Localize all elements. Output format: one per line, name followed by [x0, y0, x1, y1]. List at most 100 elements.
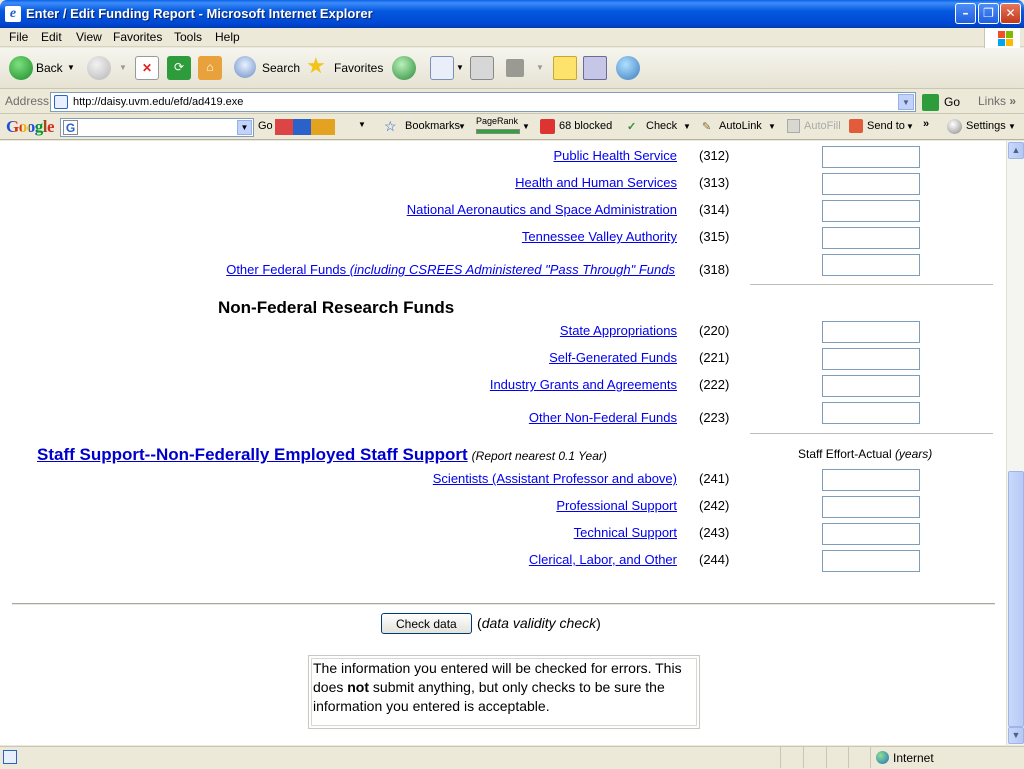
autofill-button[interactable]: AutoFill	[804, 120, 841, 132]
messenger-icon[interactable]	[616, 56, 640, 80]
fund-link-tennessee-valley-authority[interactable]: Tennessee Valley Authority	[522, 229, 677, 244]
autolink-button[interactable]: AutoLink	[719, 120, 762, 132]
staff-input-242[interactable]	[822, 496, 920, 518]
scroll-down-icon[interactable]: ▼	[1008, 727, 1024, 744]
edit-icon[interactable]	[506, 59, 524, 77]
back-button[interactable]: Back	[36, 56, 63, 80]
google-search-dropdown-icon[interactable]: ▼	[237, 120, 252, 135]
staff-input-244[interactable]	[822, 550, 920, 572]
menu-help[interactable]: Help	[215, 30, 240, 44]
check-data-button[interactable]: Check data	[381, 613, 472, 634]
fund-link-nasa[interactable]: National Aeronautics and Space Administr…	[407, 202, 677, 217]
fund-code: (223)	[699, 410, 730, 425]
check-button[interactable]: Check	[646, 120, 677, 132]
fund-link-self-generated-funds[interactable]: Self-Generated Funds	[549, 350, 677, 365]
scroll-thumb[interactable]	[1008, 471, 1024, 727]
staff-link-scientists[interactable]: Scientists (Assistant Professor and abov…	[433, 471, 677, 486]
google-logo[interactable]: Google	[6, 117, 55, 137]
fund-code: (312)	[699, 148, 730, 163]
autolink-wand-icon: ✎	[702, 121, 712, 133]
notes-icon[interactable]	[553, 56, 577, 80]
address-dropdown-icon[interactable]: ▼	[898, 94, 914, 110]
print-icon[interactable]	[470, 56, 494, 80]
settings-button[interactable]: Settings	[966, 120, 1006, 132]
section-divider	[750, 433, 993, 434]
fund-input-222[interactable]	[822, 375, 920, 397]
toolbar-button-icons[interactable]	[275, 119, 335, 135]
popup-blocked-count[interactable]: 68 blocked	[559, 120, 612, 132]
forward-dropdown-icon[interactable]: ▼	[119, 56, 127, 80]
page-icon	[54, 95, 68, 109]
fund-link-state-appropriations[interactable]: State Appropriations	[560, 323, 677, 338]
check-data-area: Check data (data validity check)	[381, 613, 601, 634]
staff-support-heading: Staff Support--Non-Federally Employed St…	[37, 445, 607, 465]
send-to-dropdown-icon[interactable]: ▼	[906, 122, 914, 131]
staff-link-professional-support[interactable]: Professional Support	[556, 498, 677, 513]
send-to-button[interactable]: Send to	[867, 120, 905, 132]
fund-input-318[interactable]	[822, 254, 920, 276]
mail-icon[interactable]	[430, 56, 454, 80]
home-icon[interactable]: ⌂	[198, 56, 222, 80]
check-dropdown-icon[interactable]: ▼	[683, 122, 691, 131]
links-button[interactable]: Links »	[978, 94, 1016, 108]
bookmarks-star-icon[interactable]: ☆	[384, 118, 397, 135]
favorites-star-icon[interactable]: ★	[306, 54, 326, 78]
back-arrow-icon[interactable]	[9, 56, 33, 80]
chevron-more-icon[interactable]: »	[923, 118, 929, 130]
menu-edit[interactable]: Edit	[41, 30, 62, 44]
close-button[interactable]: ✕	[1000, 3, 1021, 24]
fund-link-other-nonfederal-funds[interactable]: Other Non-Federal Funds	[529, 410, 677, 425]
go-button[interactable]: Go	[922, 93, 960, 111]
google-g-icon[interactable]: G	[63, 120, 78, 135]
edit-dropdown-icon[interactable]: ▼	[536, 56, 544, 80]
fund-link-public-health-service[interactable]: Public Health Service	[553, 148, 677, 163]
menu-favorites[interactable]: Favorites	[113, 30, 162, 44]
address-url[interactable]: http://daisy.uvm.edu/efd/ad419.exe	[73, 96, 243, 108]
history-icon[interactable]	[392, 56, 416, 80]
maximize-button[interactable]: ❐	[978, 3, 999, 24]
address-input[interactable]: http://daisy.uvm.edu/efd/ad419.exe ▼	[50, 92, 916, 112]
chevron-right-icon: »	[1009, 94, 1017, 108]
staff-link-technical-support[interactable]: Technical Support	[574, 525, 677, 540]
search-icon[interactable]	[234, 56, 256, 78]
menu-tools[interactable]: Tools	[174, 30, 202, 44]
mail-dropdown-icon[interactable]: ▼	[456, 56, 464, 80]
ie-icon: e	[5, 6, 21, 22]
send-to-icon	[849, 119, 863, 133]
pagerank-dropdown-icon[interactable]: ▼	[522, 122, 530, 131]
fund-input-220[interactable]	[822, 321, 920, 343]
fund-input-221[interactable]	[822, 348, 920, 370]
staff-support-link[interactable]: Staff Support--Non-Federally Employed St…	[37, 445, 468, 464]
fund-input-312[interactable]	[822, 146, 920, 168]
more-dropdown-icon[interactable]: ▼	[358, 120, 366, 129]
fund-row-222: Industry Grants and Agreements (222)	[0, 375, 1006, 397]
fund-input-223[interactable]	[822, 402, 920, 424]
favorites-button[interactable]: Favorites	[334, 56, 383, 80]
stop-icon[interactable]: ✕	[135, 56, 159, 80]
menu-file[interactable]: File	[9, 30, 28, 44]
staff-link-clerical-labor-other[interactable]: Clerical, Labor, and Other	[529, 552, 677, 567]
settings-dropdown-icon[interactable]: ▼	[1008, 122, 1016, 131]
fund-link-health-human-services[interactable]: Health and Human Services	[515, 175, 677, 190]
staff-input-241[interactable]	[822, 469, 920, 491]
vertical-scrollbar[interactable]: ▲ ▼	[1006, 141, 1024, 745]
back-dropdown-icon[interactable]: ▼	[67, 56, 75, 80]
fund-code: (314)	[699, 202, 730, 217]
autolink-dropdown-icon[interactable]: ▼	[768, 122, 776, 131]
staff-input-243[interactable]	[822, 523, 920, 545]
google-search-input[interactable]: G ▼	[60, 118, 254, 137]
forward-arrow-icon[interactable]	[87, 56, 111, 80]
fund-input-314[interactable]	[822, 200, 920, 222]
google-go-button[interactable]: Go	[258, 120, 273, 132]
fund-link-other-federal-funds[interactable]: Other Federal Funds (including CSREES Ad…	[226, 262, 675, 277]
fund-input-315[interactable]	[822, 227, 920, 249]
menu-view[interactable]: View	[76, 30, 102, 44]
bookmarks-button[interactable]: Bookmarks	[405, 120, 460, 132]
fund-link-industry-grants[interactable]: Industry Grants and Agreements	[490, 377, 677, 392]
search-button[interactable]: Search	[262, 56, 300, 80]
minimize-button[interactable]: –	[955, 3, 976, 24]
refresh-icon[interactable]: ⟳	[167, 56, 191, 80]
scroll-up-icon[interactable]: ▲	[1008, 142, 1024, 159]
research-icon[interactable]	[583, 56, 607, 80]
fund-input-313[interactable]	[822, 173, 920, 195]
